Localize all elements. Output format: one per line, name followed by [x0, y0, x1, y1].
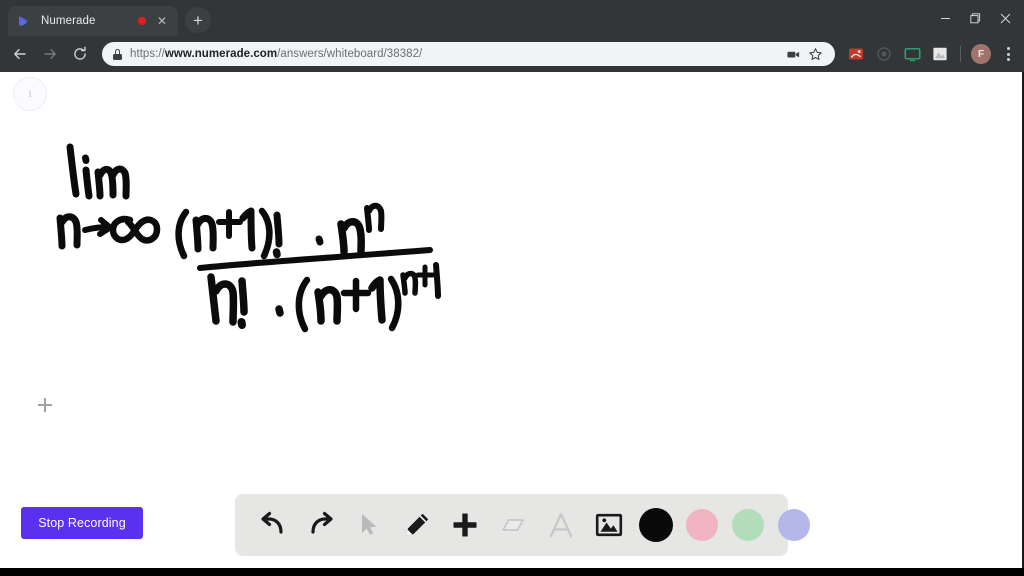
undo-tool-button[interactable] [249, 501, 297, 549]
color-periwinkle-swatch[interactable] [771, 501, 817, 549]
drawing-toolbar [235, 494, 810, 556]
window-maximize-button[interactable] [960, 3, 990, 33]
window-close-button[interactable] [990, 3, 1020, 33]
reload-button[interactable] [66, 40, 94, 68]
browser-tab-numerade[interactable]: Numerade ✕ [8, 6, 178, 36]
color-pink-swatch[interactable] [679, 501, 725, 549]
color-green-swatch[interactable] [725, 501, 771, 549]
recording-dot-icon [138, 17, 146, 25]
text-tool-button[interactable] [537, 501, 585, 549]
screen-bottom-bar [0, 568, 1024, 576]
url-scheme: https:// [130, 48, 165, 60]
extension-white-icon[interactable] [929, 43, 951, 65]
screen: Numerade ✕ + https://www.numerade.com/an… [0, 0, 1024, 576]
window-controls [930, 0, 1024, 36]
tab-title: Numerade [41, 15, 96, 27]
window-minimize-button[interactable] [930, 3, 960, 33]
browser-navbar: https://www.numerade.com/answers/whitebo… [0, 36, 1024, 72]
add-tool-button[interactable] [441, 501, 489, 549]
select-tool-button[interactable] [345, 501, 393, 549]
address-bar-actions [777, 44, 825, 64]
address-bar[interactable]: https://www.numerade.com/answers/whitebo… [102, 42, 835, 66]
url-host: www.numerade.com [164, 48, 278, 60]
new-tab-button[interactable]: + [185, 7, 211, 33]
star-icon[interactable] [805, 44, 825, 64]
browser-window: Numerade ✕ + https://www.numerade.com/an… [0, 0, 1024, 568]
video-capture-icon[interactable] [783, 44, 803, 64]
screencast-icon[interactable] [901, 43, 923, 65]
back-button[interactable] [6, 40, 34, 68]
toolbar-divider [960, 46, 961, 62]
redo-tool-button[interactable] [297, 501, 345, 549]
whiteboard-canvas[interactable]: 1 Stop Recording [0, 72, 1024, 568]
tab-close-icon[interactable]: ✕ [154, 13, 170, 29]
address-bar-url: https://www.numerade.com/answers/whitebo… [130, 48, 422, 60]
extension-red-icon[interactable] [845, 43, 867, 65]
browser-menu-button[interactable] [998, 43, 1018, 65]
numerade-play-icon [18, 14, 33, 29]
profile-avatar[interactable]: F [971, 44, 991, 64]
pencil-tool-button[interactable] [393, 501, 441, 549]
forward-button[interactable] [36, 40, 64, 68]
lock-icon [112, 48, 123, 60]
stop-recording-button[interactable]: Stop Recording [21, 507, 143, 539]
eraser-tool-button[interactable] [489, 501, 537, 549]
image-tool-button[interactable] [585, 501, 633, 549]
tab-strip: Numerade ✕ + [0, 0, 930, 36]
url-path: /answers/whiteboard/38382/ [277, 48, 423, 60]
color-black-swatch[interactable] [633, 501, 679, 549]
extension-dark-icon[interactable] [873, 43, 895, 65]
browser-titlebar: Numerade ✕ + [0, 0, 1024, 36]
